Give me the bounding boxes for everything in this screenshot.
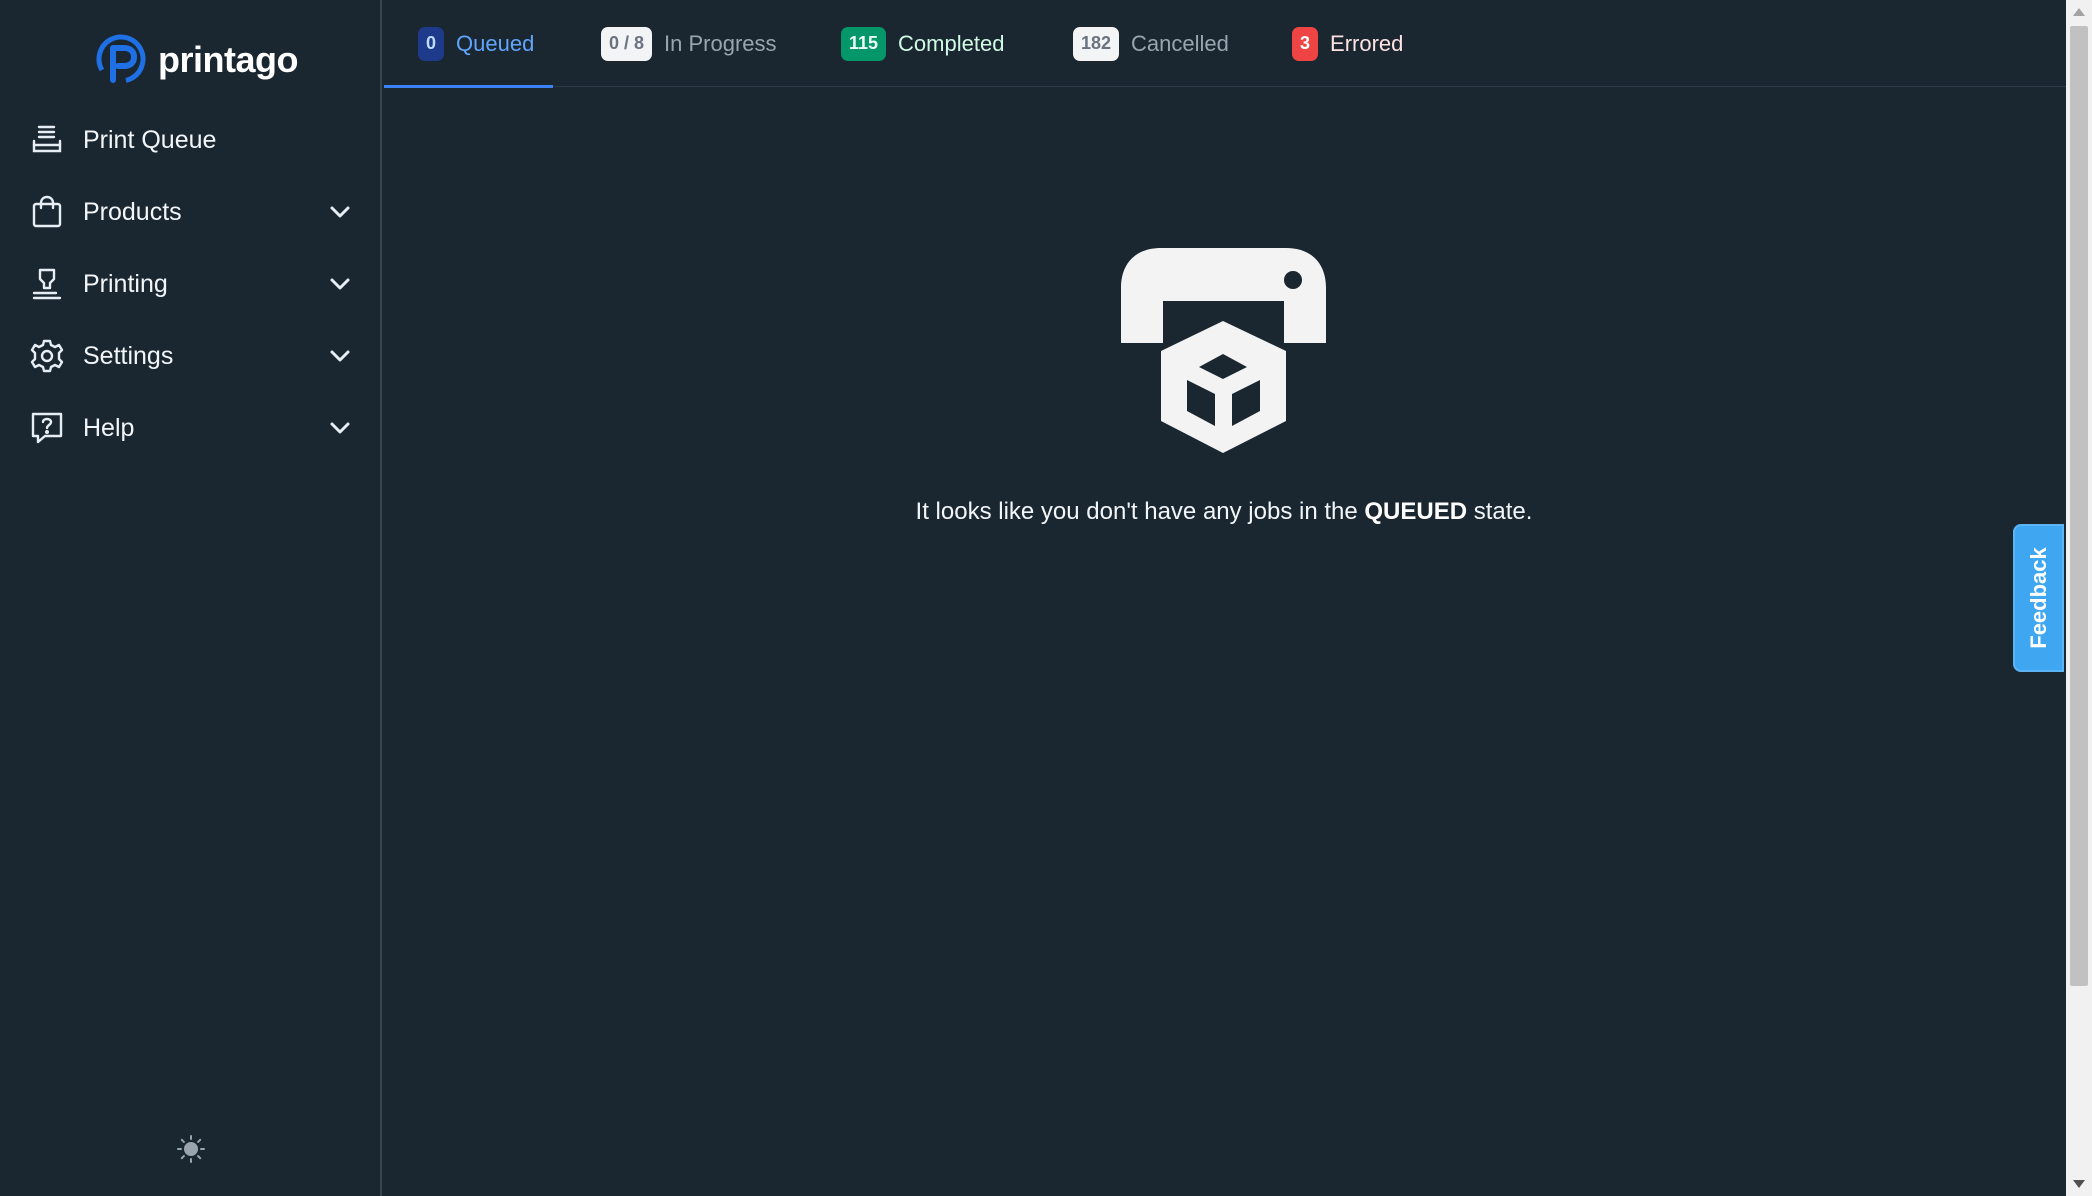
cancelled-count-badge: 182 (1073, 26, 1120, 61)
empty-state-message: It looks like you don't have any jobs in… (384, 498, 2064, 526)
tab-label: Errored (1330, 30, 1404, 56)
status-tabs: 0 Queued 0 / 8 In Progress 115 Completed… (384, 0, 2066, 88)
queued-count-badge: 0 (418, 26, 445, 61)
chevron-down-icon (330, 350, 350, 362)
tab-label: In Progress (664, 30, 777, 56)
chevron-down-icon (330, 422, 350, 434)
printer-nozzle-icon (30, 267, 64, 301)
sidebar-item-label: Help (83, 413, 135, 442)
app-root: printago Print Queue Products Printing S… (0, 0, 2092, 1196)
tab-label: Queued (456, 30, 535, 56)
scroll-up-icon[interactable] (2073, 8, 2085, 16)
errored-count-badge: 3 (1292, 26, 1319, 61)
scrollbar-thumb[interactable] (2070, 26, 2088, 986)
sidebar-item-print-queue[interactable]: Print Queue (0, 104, 380, 176)
feedback-button[interactable]: Feedback (2013, 524, 2064, 672)
sidebar-item-help[interactable]: Help (0, 392, 380, 464)
scrollbar[interactable] (2066, 0, 2092, 1196)
empty-state-status: QUEUED (1364, 498, 1468, 525)
feedback-label: Feedback (2025, 547, 2051, 649)
sidebar-item-printing[interactable]: Printing (0, 248, 380, 320)
sidebar: printago Print Queue Products Printing S… (0, 0, 382, 1196)
in-progress-count-badge: 0 / 8 (601, 26, 653, 61)
gear-icon (30, 339, 64, 373)
brand-name: printago (158, 39, 298, 80)
sidebar-nav: Print Queue Products Printing Settings H… (0, 104, 380, 464)
sun-icon[interactable] (176, 1134, 206, 1164)
scroll-down-icon[interactable] (2073, 1180, 2085, 1188)
tab-label: Completed (898, 30, 1005, 56)
completed-count-badge: 115 (841, 26, 887, 61)
tab-cancelled[interactable]: 182 Cancelled (1073, 0, 1229, 87)
brand-logo[interactable]: printago (96, 34, 298, 86)
sidebar-item-label: Products (83, 197, 182, 226)
chevron-down-icon (330, 278, 350, 290)
sidebar-item-settings[interactable]: Settings (0, 320, 380, 392)
help-chat-icon (30, 411, 64, 445)
tab-in-progress[interactable]: 0 / 8 In Progress (601, 0, 777, 87)
sidebar-item-label: Print Queue (83, 125, 217, 154)
sidebar-item-products[interactable]: Products (0, 176, 380, 248)
tab-errored[interactable]: 3 Errored (1292, 0, 1403, 87)
empty-state-text-before: It looks like you don't have any jobs in… (915, 498, 1358, 525)
shopping-bag-icon (30, 195, 64, 229)
tab-completed[interactable]: 115 Completed (841, 0, 1004, 87)
printago-logo-icon (96, 34, 146, 84)
sidebar-item-label: Settings (83, 341, 174, 370)
sidebar-item-label: Printing (83, 269, 168, 298)
tab-queued[interactable]: 0 Queued (384, 0, 553, 88)
print-queue-icon (30, 123, 64, 157)
tab-label: Cancelled (1131, 30, 1229, 56)
printer-box-icon (1121, 248, 1326, 453)
empty-state-text-after: state. (1473, 498, 1533, 525)
chevron-down-icon (330, 206, 350, 218)
